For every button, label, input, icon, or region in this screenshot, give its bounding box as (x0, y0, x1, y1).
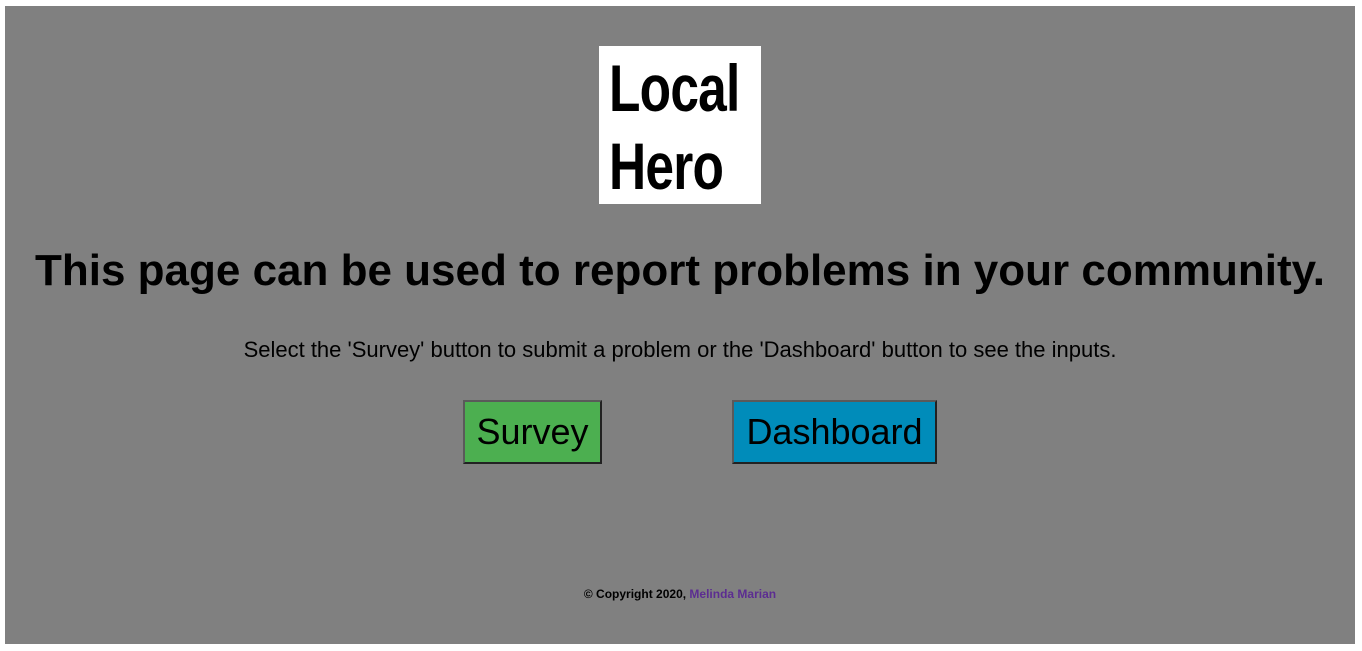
survey-button[interactable]: Survey (463, 400, 602, 464)
page-headline: This page can be used to report problems… (34, 246, 1326, 295)
local-hero-logo: Local Hero (599, 46, 761, 204)
copyright-text: © Copyright 2020, (583, 587, 687, 601)
footer: © Copyright 2020, Melinda Marian (5, 586, 1355, 602)
author-link[interactable]: Melinda Marian (689, 587, 776, 601)
instructions-text: Select the 'Survey' button to submit a p… (243, 337, 1117, 362)
logo-line-1: Local (609, 51, 740, 125)
logo-line-2: Hero (609, 129, 724, 203)
page-container: Local Hero This page can be used to repo… (5, 6, 1355, 644)
dashboard-button[interactable]: Dashboard (732, 400, 937, 464)
